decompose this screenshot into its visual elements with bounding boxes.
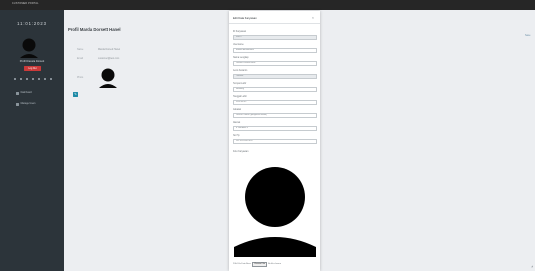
- file-upload-label: Pilih File Foto Baru:: [233, 263, 252, 266]
- gender-field: [233, 74, 317, 79]
- sidebar: 11:01:2023 Profil Dianela Dorsett Log Ou…: [0, 10, 64, 271]
- field-label-phone: No Hp: [233, 135, 240, 137]
- field-label-username: Username: [233, 44, 244, 46]
- fullname-field[interactable]: [233, 61, 317, 66]
- save-link[interactable]: Save: [525, 34, 530, 37]
- sidebar-item-label: Dashboard: [20, 92, 32, 95]
- employee-photo-icon: [234, 167, 316, 257]
- field-value-email: customer@test.com: [98, 57, 120, 60]
- field-label-email: Email: [77, 57, 83, 60]
- employee-id-field: [233, 35, 317, 40]
- top-navbar: CUSTOMER PORTAL: [0, 0, 535, 10]
- birthplace-field[interactable]: [233, 87, 317, 92]
- close-icon[interactable]: ×: [312, 16, 314, 20]
- position-field[interactable]: [233, 113, 317, 118]
- users-icon: [16, 103, 19, 106]
- field-label-fullname: Nama Lengkap: [233, 57, 249, 59]
- profile-photo-icon: [99, 68, 117, 88]
- edit-profile-button[interactable]: ✎: [73, 92, 78, 97]
- field-label-birthplace: Tempat Lahir: [233, 83, 247, 85]
- pencil-icon: ✎: [74, 92, 77, 96]
- sidebar-item-label: Manage Users: [20, 103, 36, 106]
- field-label-address: Alamat: [233, 122, 241, 124]
- modal-title: Edit Data Karyawan: [233, 17, 257, 20]
- home-icon: [16, 92, 19, 95]
- field-label-photo: Photo: [77, 76, 84, 79]
- address-field[interactable]: [233, 126, 317, 131]
- choose-file-button[interactable]: Choose File: [252, 262, 267, 267]
- page-title: Profil Marda Dorsett Hanel: [68, 27, 121, 32]
- field-label-name: Name: [77, 48, 84, 51]
- birthdate-field[interactable]: [233, 100, 317, 105]
- photo-label: Foto Karyawan: [233, 151, 249, 153]
- field-label-birthdate: Tanggal Lahir: [233, 96, 247, 98]
- brand-logo[interactable]: CUSTOMER PORTAL: [12, 2, 39, 5]
- phone-field[interactable]: [233, 139, 317, 144]
- username-field[interactable]: [233, 48, 317, 53]
- sidebar-divider-dots: [14, 78, 52, 80]
- field-value-name: Marda Dorsett Hanel: [98, 48, 121, 51]
- field-label-gender: Jenis Kelamin: [233, 70, 248, 72]
- file-upload-row: Pilih File Foto Baru: Choose File No fil…: [233, 262, 281, 267]
- logout-button[interactable]: Log Out: [24, 66, 41, 71]
- sidebar-item-dashboard[interactable]: Dashboard: [16, 92, 32, 95]
- sidebar-user-name: Profil Dianela Dorsett: [19, 60, 45, 63]
- field-label-id: ID Karyawan: [233, 31, 247, 33]
- resize-handle-icon[interactable]: ◢: [531, 265, 533, 268]
- file-status: No file chosen: [267, 263, 281, 266]
- sidebar-clock: 11:01:2023: [17, 21, 47, 26]
- edit-employee-modal: Edit Data Karyawan × ID Karyawan Usernam…: [229, 11, 320, 271]
- field-label-position: Jabatan: [233, 109, 242, 111]
- user-avatar-icon: [20, 38, 38, 58]
- sidebar-item-users[interactable]: Manage Users: [16, 103, 36, 106]
